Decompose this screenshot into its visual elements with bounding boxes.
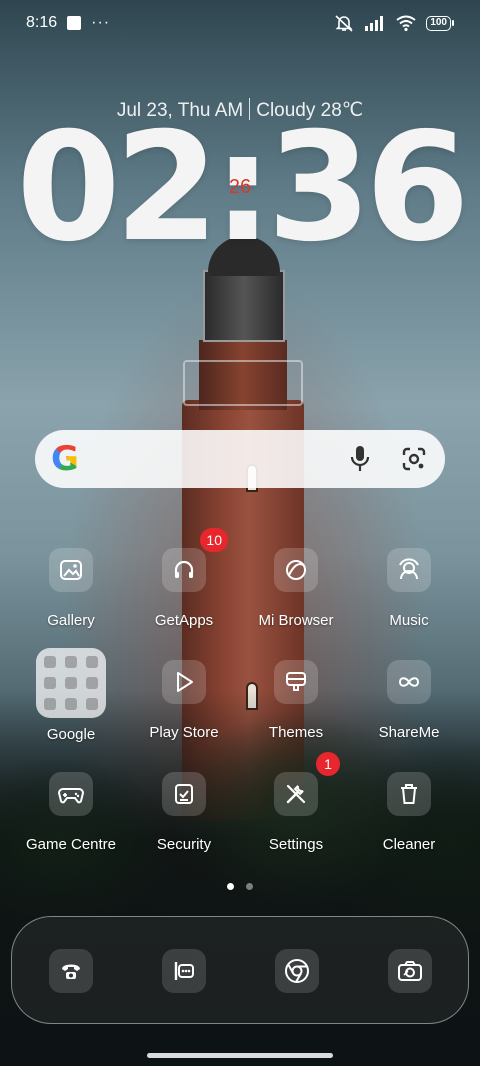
clock-seconds: 26 [228, 176, 252, 198]
app-label: Security [156, 836, 212, 853]
notification-badge: 1 [316, 752, 340, 776]
silent-bell-icon [335, 15, 353, 32]
home-indicator[interactable] [147, 1053, 333, 1058]
browser-icon [274, 548, 318, 592]
page-dot-active[interactable] [227, 883, 234, 890]
gamepad-icon [49, 772, 93, 816]
app-label: Music [389, 612, 429, 629]
app-gallery[interactable]: Gallery [15, 548, 127, 629]
app-label: Themes [268, 724, 324, 741]
microphone-icon[interactable] [345, 444, 375, 474]
page-dot[interactable] [246, 883, 253, 890]
app-cleaner[interactable]: Cleaner [353, 772, 465, 853]
settings-icon: 1 [274, 752, 340, 816]
screen-icon [67, 16, 82, 30]
status-time: 8:16 [26, 14, 58, 31]
notification-badge: 10 [200, 528, 228, 552]
phone-icon[interactable] [49, 949, 93, 993]
messages-icon[interactable] [162, 949, 206, 993]
app-play-store[interactable]: Play Store [128, 660, 240, 741]
app-label: Play Store [149, 724, 219, 741]
getapps-icon: 10 [162, 528, 228, 592]
music-icon [387, 548, 431, 592]
app-label: Mi Browser [258, 612, 334, 629]
google-logo-icon: G [51, 439, 79, 479]
security-icon [162, 772, 206, 816]
app-settings[interactable]: 1 Settings [240, 752, 352, 853]
page-indicator[interactable] [0, 883, 480, 890]
app-label: Game Centre [25, 836, 117, 853]
wallpaper-lighthouse-lantern [203, 270, 285, 342]
google-lens-icon[interactable] [399, 444, 429, 474]
app-label: Settings [268, 836, 324, 853]
trash-icon [387, 772, 431, 816]
app-music[interactable]: Music [353, 548, 465, 629]
themes-icon [274, 660, 318, 704]
folder-icon [36, 648, 106, 718]
app-label: Gallery [47, 612, 95, 629]
wifi-icon [396, 15, 416, 31]
battery-level: 100 [426, 15, 451, 31]
app-mi-browser[interactable]: Mi Browser [240, 548, 352, 629]
app-label: Google [46, 726, 96, 743]
play-store-icon [162, 660, 206, 704]
dock [11, 916, 469, 1024]
signal-icon [365, 16, 384, 31]
battery-icon: 100 [426, 15, 454, 31]
shareme-icon [387, 660, 431, 704]
app-label: Cleaner [382, 836, 436, 853]
app-game-centre[interactable]: Game Centre [15, 772, 127, 853]
camera-icon[interactable] [388, 949, 432, 993]
more-dots-icon: ··· [91, 14, 111, 31]
app-security[interactable]: Security [128, 772, 240, 853]
wallpaper-lighthouse-railing [183, 360, 303, 406]
gallery-icon [49, 548, 93, 592]
app-themes[interactable]: Themes [240, 660, 352, 741]
app-shareme[interactable]: ShareMe [353, 660, 465, 741]
chrome-icon[interactable] [275, 949, 319, 993]
google-search-bar[interactable]: G [35, 430, 445, 488]
status-bar: 8:16 ··· 100 [0, 0, 480, 46]
app-label: ShareMe [378, 724, 440, 741]
app-getapps[interactable]: 10 GetApps [128, 528, 240, 629]
app-label: GetApps [154, 612, 214, 629]
folder-google[interactable]: Google [15, 648, 127, 743]
